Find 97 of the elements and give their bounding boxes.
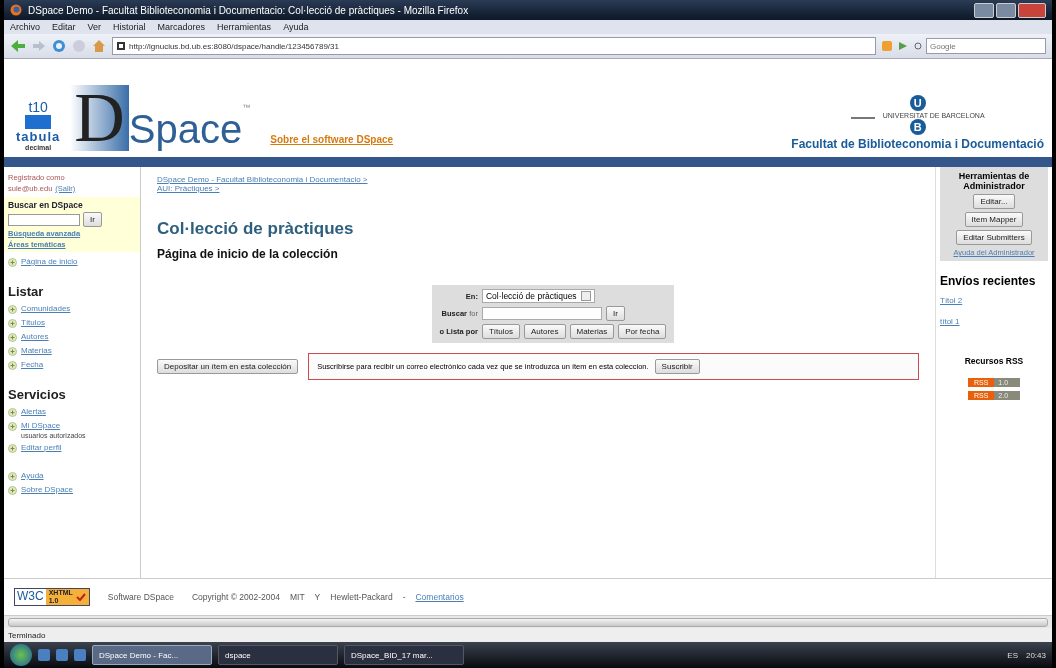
quick-launch-icon[interactable] (56, 649, 68, 661)
search-input[interactable] (8, 213, 80, 226)
close-button[interactable] (1018, 2, 1046, 18)
status-text: Terminado (8, 630, 46, 640)
browse-button[interactable]: Títulos (481, 324, 520, 339)
nav-link[interactable]: Ayuda (21, 470, 44, 482)
bullet-icon (8, 408, 17, 417)
go-button[interactable]: Ir (83, 212, 102, 227)
recent-heading: Envíos recientes (940, 275, 1036, 288)
recent-item-link[interactable]: títol 1 (940, 317, 963, 326)
browse-button[interactable]: Por fecha (618, 324, 667, 339)
nav-link[interactable]: Sobre DSpace (21, 484, 74, 496)
page-title: Col·lecció de pràctiques (157, 219, 355, 239)
footer-text: Y (314, 592, 321, 602)
quick-launch-icon[interactable] (74, 649, 86, 661)
bullet-icon (8, 333, 17, 342)
dspace-logo-word: Space (128, 107, 243, 151)
faculty-name: Facultat de Biblioteconomia i Documentació (791, 137, 1044, 151)
logo-mark: t10 (28, 99, 48, 115)
submit-item-button[interactable]: Depositar un ítem en esta colección (157, 359, 299, 374)
breadcrumb-link[interactable]: AUI: Pràctiques > (157, 184, 220, 193)
window-title: DSpace Demo - Facultat Biblioteconomia i Documentacio: Col·lecció de pràctiques - Mozilla Firefox (28, 4, 469, 16)
quick-launch-icon[interactable] (38, 649, 50, 661)
firefox-icon (10, 4, 22, 16)
scrollbar-thumb[interactable] (8, 617, 1048, 627)
menu-item[interactable]: Ayuda (283, 22, 309, 32)
bullet-icon (8, 486, 17, 495)
menu-item[interactable]: Editar (52, 22, 76, 32)
menu-item[interactable]: Ver (87, 22, 102, 32)
taskbar-button[interactable]: dspace (218, 645, 338, 665)
bullet-icon (8, 347, 17, 356)
menu-item[interactable]: Archivo (10, 22, 40, 32)
footer-text: - (402, 592, 406, 602)
menu-item[interactable]: Marcadores (157, 22, 206, 32)
nav-link[interactable]: Comunidades (21, 304, 71, 313)
section-heading: Servicios (8, 387, 67, 402)
minimize-button[interactable] (974, 2, 994, 18)
admin-button[interactable]: Editar Submitters (956, 230, 1032, 245)
footer-text: MIT (289, 592, 305, 602)
subscribe-button[interactable]: Suscribir (654, 359, 700, 374)
footer-text: Hewlett-Packard (330, 592, 393, 602)
back-arrow-icon[interactable] (10, 39, 26, 53)
browse-button[interactable]: Materias (569, 324, 615, 339)
menu-item[interactable]: Historial (113, 22, 146, 32)
maximize-button[interactable] (996, 2, 1016, 18)
menu-item[interactable]: Herramientas (217, 22, 272, 32)
reload-icon[interactable] (52, 39, 66, 53)
university-logo-letter: B (909, 119, 926, 135)
logo-block (25, 115, 52, 129)
admin-button[interactable]: Editar... (973, 194, 1015, 209)
start-button[interactable] (10, 644, 32, 666)
go-button[interactable]: Ir (605, 306, 625, 321)
footer-text: Copyright © 2002-2004 (191, 592, 280, 602)
address-field[interactable]: http://ignucius.bd.ub.es:8080/dspace/handle/123456789/31 (112, 37, 876, 55)
bullet-icon (8, 258, 17, 267)
clock: 20:43 (1025, 650, 1046, 660)
taskbar-button[interactable]: DSpace Demo - Fac... (92, 645, 212, 665)
home-link[interactable]: Página de inicio (21, 256, 78, 268)
trademark-sign: ™ (242, 103, 251, 112)
bullet-icon (8, 305, 17, 314)
language-indicator[interactable]: ES (1007, 650, 1018, 660)
taskbar-button[interactable]: DSpace_BID_17 mar... (344, 645, 464, 665)
bullet-icon (8, 319, 17, 328)
browse-button[interactable]: Autores (523, 324, 566, 339)
bullet-icon (8, 361, 17, 370)
recent-item-link[interactable]: Títol 2 (940, 296, 963, 305)
admin-heading: Herramientas de Administrador (957, 171, 1031, 191)
feedback-link[interactable]: Comentarios (415, 592, 464, 602)
scope-dropdown[interactable]: Col·lecció de pràctiques (481, 289, 595, 303)
search-icon (914, 41, 923, 51)
breadcrumb-link[interactable]: DSpace Demo - Facultat Biblioteconomia i Documentacio > (157, 175, 368, 184)
dspace-logo-letter: D (70, 85, 129, 151)
rss-heading: Recursos RSS (964, 356, 1024, 366)
search-heading: Buscar en DSpace (8, 200, 84, 210)
page-subtitle: Página de inicio de la colección (157, 247, 339, 261)
nav-link[interactable]: Títulos (21, 318, 45, 327)
site-icon (117, 42, 125, 50)
section-heading: Listar (8, 284, 45, 299)
nav-link[interactable]: Fecha (21, 360, 44, 369)
logo-name: tabula (16, 129, 61, 144)
nav-link[interactable]: Autores (21, 332, 49, 341)
nav-link[interactable]: Mi DSpace (21, 421, 61, 430)
nav-link[interactable]: Materias (21, 346, 52, 355)
forward-arrow-icon[interactable] (32, 40, 46, 52)
bullet-icon (8, 422, 17, 431)
nav-link[interactable]: Editar perfil (21, 443, 62, 452)
university-logo-letter: U (909, 95, 926, 111)
nav-link[interactable]: Alertas (21, 407, 46, 416)
admin-button[interactable]: Item Mapper (964, 212, 1024, 227)
bullet-icon (8, 472, 17, 481)
search-input[interactable] (481, 307, 602, 320)
footer-text: Software DSpace (107, 592, 174, 602)
go-arrow-icon[interactable] (898, 41, 908, 51)
bullet-icon (8, 444, 17, 453)
caret-icon (580, 291, 591, 301)
search-field[interactable]: Google (926, 38, 1046, 54)
home-icon[interactable] (92, 39, 106, 53)
